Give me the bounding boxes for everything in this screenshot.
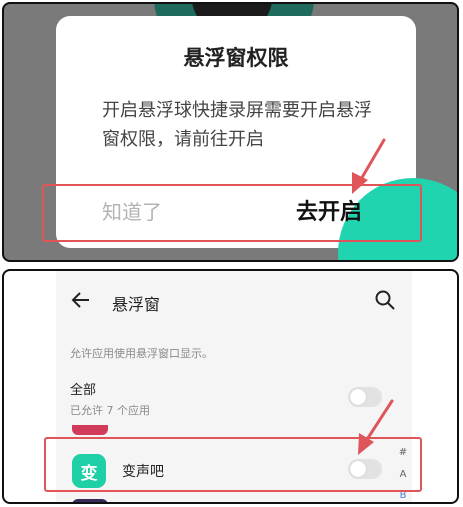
dialog-screenshot-panel: 悬浮窗权限 开启悬浮球快捷录屏需要开启悬浮窗权限，请前往开启 知道了 去开启	[2, 2, 459, 262]
settings-screenshot-panel: 悬浮窗 允许应用使用悬浮窗口显示。 全部 已允许 7 个应用 变 变声吧 # A…	[2, 269, 459, 504]
pointer-arrow-icon	[352, 138, 386, 194]
pointer-arrow-icon	[358, 399, 394, 455]
